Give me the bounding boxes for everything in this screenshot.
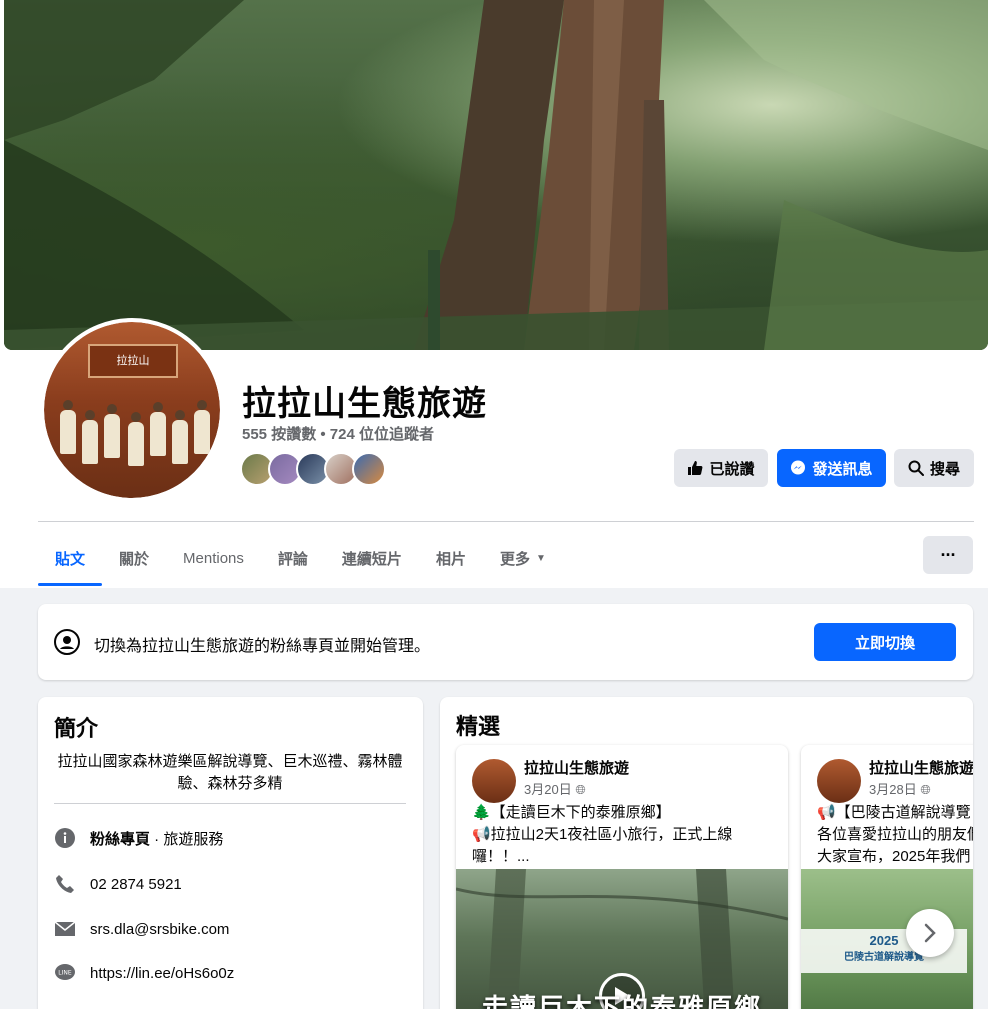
switch-profile-card: 切換為拉拉山生態旅遊的粉絲專頁並開始管理。 立即切換 [38, 604, 973, 680]
tab-about[interactable]: 關於 [102, 530, 166, 586]
profile-avatar[interactable]: 拉拉山 [40, 318, 224, 502]
post-text-line: 各位喜愛拉拉山的朋友們 [817, 826, 973, 843]
email-row: srs.dla@srsbike.com [54, 918, 229, 940]
header-divider [38, 521, 974, 522]
featured-post[interactable]: 拉拉山生態旅遊 3月28日 🌐︎ 📢【巴陵古道解說導覽 各位喜愛拉拉山的朋友們 … [801, 745, 973, 1009]
post-text-line: 📢【巴陵古道解說導覽 [817, 804, 971, 821]
avatar-person [150, 402, 166, 456]
post-date[interactable]: 3月28日 🌐︎ [869, 779, 931, 798]
avatar-person [172, 410, 188, 464]
intro-title: 簡介 [54, 716, 99, 741]
avatar-person [60, 400, 76, 454]
tab-reels[interactable]: 連續短片 [325, 530, 419, 586]
tab-label: 更多 [499, 550, 530, 568]
post-text-line: 囉！！... [472, 848, 530, 865]
search-icon [908, 460, 924, 476]
tab-reviews[interactable]: 評論 [261, 530, 325, 586]
tab-label: 相片 [435, 550, 466, 568]
tab-label: Mentions [183, 549, 244, 567]
globe-icon: 🌐︎ [920, 782, 931, 797]
info-icon [54, 827, 76, 849]
phone-row: 02 2874 5921 [54, 873, 182, 895]
more-options-button[interactable]: ··· [923, 536, 973, 574]
avatar-photo: 拉拉山 [44, 322, 220, 498]
email-address[interactable]: srs.dla@srsbike.com [90, 921, 229, 938]
send-message-label: 發送訊息 [812, 460, 873, 478]
intro-divider [54, 803, 406, 804]
chevron-right-icon [924, 923, 936, 943]
tab-photos[interactable]: 相片 [419, 530, 483, 586]
post-avatar[interactable] [472, 759, 516, 803]
category-text: · 旅遊服務 [150, 830, 224, 848]
email-icon [54, 918, 76, 940]
tab-mentions[interactable]: Mentions [166, 530, 261, 586]
globe-icon: 🌐︎ [575, 782, 586, 797]
post-text-line: 大家宣布，2025年我們 [817, 848, 971, 865]
search-button[interactable]: 搜尋 [894, 449, 974, 487]
thumbs-up-icon [688, 461, 703, 475]
tab-label: 貼文 [55, 550, 86, 568]
phone-icon [54, 873, 76, 895]
svg-text:LINE: LINE [58, 970, 72, 977]
carousel-next-button[interactable] [906, 909, 954, 957]
avatar-sign: 拉拉山 [88, 344, 178, 378]
post-author[interactable]: 拉拉山生態旅遊 [869, 757, 973, 778]
liked-button[interactable]: 已說讚 [674, 449, 768, 487]
tab-label: 評論 [277, 550, 308, 568]
messenger-icon [791, 460, 806, 475]
line-row: LINE https://lin.ee/oHs6o0z [54, 962, 234, 984]
cover-photo[interactable] [4, 0, 988, 350]
post-date-text: 3月28日 [869, 782, 917, 797]
page-stats[interactable]: 555 按讚數 • 724 位位追蹤者 [242, 423, 434, 444]
switch-profile-text: 切換為拉拉山生態旅遊的粉絲專頁並開始管理。 [94, 638, 431, 655]
phone-number: 02 2874 5921 [90, 875, 182, 893]
intro-card: 簡介 拉拉山國家森林遊樂區解說導覽、巨木巡禮、霧林體驗、森林芬多精 粉絲專頁 ·… [38, 697, 423, 1009]
featured-post[interactable]: 拉拉山生態旅遊 3月20日 🌐︎ 🌲【走讀巨木下的泰雅原鄉】 📢拉拉山2天1夜社… [456, 745, 788, 1009]
featured-title: 精選 [456, 714, 501, 739]
avatar-person [128, 412, 144, 466]
post-date-text: 3月20日 [524, 782, 572, 797]
post-text-line: 🌲【走讀巨木下的泰雅原鄉】 [472, 804, 671, 821]
featured-card: 精選 拉拉山生態旅遊 3月20日 🌐︎ 🌲【走讀巨木下的泰雅原鄉】 📢拉拉山2天… [440, 697, 973, 1009]
line-icon: LINE [54, 962, 76, 984]
follower-avatar[interactable] [352, 452, 386, 486]
tab-posts[interactable]: 貼文 [38, 530, 103, 586]
line-link[interactable]: https://lin.ee/oHs6o0z [90, 965, 234, 982]
page-title: 拉拉山生態旅遊 [242, 385, 487, 423]
search-button-label: 搜尋 [929, 460, 960, 478]
post-avatar[interactable] [817, 759, 861, 803]
switch-profile-icon [54, 629, 80, 655]
avatar-person [104, 404, 120, 458]
page-tabs: 貼文 關於 Mentions 評論 連續短片 相片 更多 ▼ [38, 530, 563, 586]
liked-button-label: 已說讚 [709, 460, 755, 478]
avatar-person [82, 410, 98, 464]
tab-label: 關於 [119, 550, 150, 568]
category-row: 粉絲專頁 · 旅遊服務 [54, 827, 223, 849]
post-text-line: 📢拉拉山2天1夜社區小旅行，正式上線 [472, 826, 733, 843]
video-overlay-title: 走讀巨木下的泰雅原鄉 [481, 993, 762, 1009]
send-message-button[interactable]: 發送訊息 [777, 449, 886, 487]
follower-avatars[interactable] [240, 452, 386, 486]
avatar-person [194, 400, 210, 454]
post-date[interactable]: 3月20日 🌐︎ [524, 779, 586, 798]
intro-bio: 拉拉山國家森林遊樂區解說導覽、巨木巡禮、霧林體驗、森林芬多精 [57, 753, 403, 792]
category-type[interactable]: 粉絲專頁 [90, 828, 150, 849]
tab-label: 連續短片 [341, 550, 402, 568]
switch-now-button[interactable]: 立即切換 [814, 623, 956, 661]
caret-down-icon: ▼ [535, 552, 546, 564]
tab-more[interactable]: 更多 ▼ [483, 530, 563, 586]
post-video-thumbnail[interactable]: 走讀巨木下的泰雅原鄉 [456, 869, 788, 1009]
post-author[interactable]: 拉拉山生態旅遊 [524, 757, 629, 778]
